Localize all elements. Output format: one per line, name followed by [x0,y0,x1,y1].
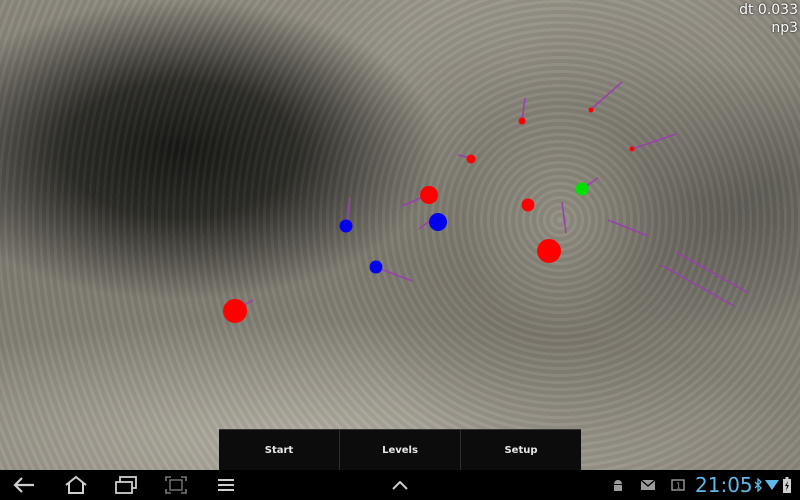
motion-trails [235,81,749,311]
chevron-up-icon[interactable] [386,470,414,500]
system-navigation-bar: 1 21:05 [0,470,800,500]
red-marker [537,239,561,263]
screenshot-icon[interactable] [160,470,192,500]
trail [377,267,413,282]
start-button[interactable]: Start [219,430,340,471]
bluetooth-icon [752,470,764,500]
red-marker [588,107,594,113]
frame-time-readout: dt 0.033 [739,2,798,18]
blue-marker [339,219,353,233]
recent-apps-icon[interactable] [110,470,142,500]
trail [589,81,623,111]
red-marker [629,146,635,152]
point-count-readout: np3 [771,20,798,36]
svg-text:1: 1 [676,482,681,491]
trail [660,264,735,307]
setup-button[interactable]: Setup [461,430,581,471]
green-marker [575,182,589,196]
trail [561,201,567,234]
tracked-points [223,107,635,323]
status-clock: 21:05 [695,473,753,497]
tracking-overlay [223,81,749,323]
notification-1-icon: 1 [668,470,688,500]
blue-marker [429,213,447,231]
trail [607,219,649,237]
red-marker [466,154,476,164]
red-marker [420,186,438,204]
levels-button[interactable]: Levels [340,430,461,471]
menu-icon[interactable] [212,470,240,500]
battery-charging-icon [780,470,794,500]
blue-marker [369,260,383,274]
back-icon[interactable] [8,470,40,500]
home-icon[interactable] [60,470,92,500]
android-debug-icon [608,470,628,500]
red-marker [223,299,247,323]
trail [401,196,424,207]
trail [631,133,677,150]
red-marker [521,198,535,212]
action-bar: Start Levels Setup [219,429,581,471]
mail-icon [638,470,658,500]
wifi-icon [764,470,780,500]
red-marker [518,117,526,125]
trail [675,251,749,294]
